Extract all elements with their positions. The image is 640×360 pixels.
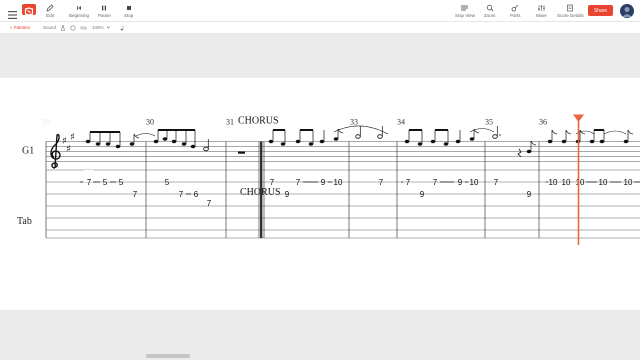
tab-fret: 7 <box>207 199 212 208</box>
notes-measure-34 <box>404 128 495 146</box>
snip-view-button[interactable]: Snip View <box>455 3 475 18</box>
tab-measure-36: 10 10 10 10 10 10 <box>546 178 640 187</box>
tab-measure-33: 7 <box>379 178 384 187</box>
snip-view-icon <box>460 3 469 12</box>
tab-fret: 10 <box>624 178 633 187</box>
tab-fret: 7 <box>87 178 92 187</box>
score-canvas: 29 30 31 33 34 35 36 CHORUS CHORUS G1 Ta… <box>17 114 640 245</box>
tab-fret: 10 <box>599 178 608 187</box>
measure-number-30: 30 <box>146 118 154 127</box>
tab-measure-29: 7 5 5 7 <box>80 170 138 199</box>
scrollbar-thumb[interactable] <box>146 354 190 358</box>
snip-view-label: Snip View <box>455 13 475 18</box>
barlines <box>45 141 540 238</box>
metronome-icon[interactable] <box>60 25 66 32</box>
count-in-icon[interactable] <box>70 25 76 32</box>
instrument-label-g1: G1 <box>22 146 34 157</box>
share-button[interactable]: Share <box>588 5 613 16</box>
tab-fret: 7 <box>379 178 384 187</box>
zoom-level-select[interactable]: 100% <box>92 25 104 30</box>
tab-fret: 9 <box>321 178 326 187</box>
standard-staff <box>46 141 640 162</box>
tab-fret: 7 <box>433 178 438 187</box>
tab-measure-35: 7 9 <box>494 178 532 199</box>
tab-measure-30: 5 7 6 7 <box>165 178 212 208</box>
mixer-label: Mixer <box>536 13 547 18</box>
measure-number-31: 31 <box>226 118 234 127</box>
mixer-sliders-icon <box>537 3 546 12</box>
edit-label: Edit <box>46 13 54 18</box>
tab-fret: 9 <box>458 178 463 187</box>
tab-fret: 10 <box>470 178 479 187</box>
edit-button[interactable]: Edit <box>46 3 54 18</box>
horizontal-scrollbar[interactable] <box>0 352 640 360</box>
beginning-label: Beginning <box>69 13 90 18</box>
stop-icon <box>125 3 133 12</box>
app-logo-icon[interactable] <box>22 4 36 16</box>
tab-measure-32: 7 9 7 9 10 <box>270 178 343 199</box>
pause-button[interactable]: Pause <box>98 3 111 18</box>
app-window: Edit Beginning Pause Stop Snip View Zoom… <box>0 0 640 360</box>
note-icon[interactable] <box>120 25 125 32</box>
palettes-toggle[interactable]: « Palettes <box>10 25 30 30</box>
tab-fret: 6 <box>194 190 199 199</box>
mixer-button[interactable]: Mixer <box>536 3 547 18</box>
user-avatar[interactable] <box>620 4 634 18</box>
tab-fret: 10 <box>576 178 585 187</box>
tab-fret: 7 <box>133 190 138 199</box>
stop-label: Stop <box>124 13 134 18</box>
rest-measure-31 <box>238 151 245 154</box>
tab-fret: 5 <box>103 178 108 187</box>
measure-number-33: 33 <box>350 118 358 127</box>
notes-measure-30 <box>135 129 209 152</box>
measure-number-36: 36 <box>539 118 547 127</box>
magnifier-icon <box>486 3 494 12</box>
tab-fret: 9 <box>285 190 290 199</box>
score-details-label: Score Details <box>557 13 584 18</box>
tab-fret: 10 <box>562 178 571 187</box>
tab-fret: 10 <box>549 178 558 187</box>
measure-number-29: 29 <box>42 118 50 127</box>
beginning-button[interactable]: Beginning <box>69 3 89 18</box>
measure-number-35: 35 <box>485 118 493 127</box>
tab-label: Tab <box>17 216 32 227</box>
parts-button[interactable]: Parts <box>510 3 521 18</box>
notes-measure-32 <box>268 125 389 146</box>
score-page: 29 30 31 33 34 35 36 CHORUS CHORUS G1 Ta… <box>0 78 640 310</box>
stop-button[interactable]: Stop <box>124 3 133 18</box>
tab-fret: 9 <box>527 190 532 199</box>
tab-fret: 5 <box>165 178 170 187</box>
document-details-icon <box>566 3 574 12</box>
sound-button[interactable]: Sound <box>43 25 56 30</box>
pause-label: Pause <box>98 13 111 18</box>
pause-icon <box>100 3 108 12</box>
tab-fret: 7 <box>406 178 411 187</box>
tab-fret: 7 <box>179 190 184 199</box>
tab-fret: 7 <box>270 178 275 187</box>
guitar-icon <box>511 3 519 12</box>
tab-measure-34: 7 9 7 9 10 <box>401 178 479 199</box>
zoom-button[interactable]: Zoom <box>484 3 496 18</box>
tab-fret: 7 <box>296 178 301 187</box>
svg-text:♯: ♯ <box>70 132 75 143</box>
loop-icon[interactable] <box>80 25 87 32</box>
zoom-label: Zoom <box>484 13 496 18</box>
svg-text:♯: ♯ <box>66 144 71 155</box>
secondary-toolbar: « Palettes Sound 100% <box>0 22 640 34</box>
tab-fret: 10 <box>334 178 343 187</box>
measure-number-34: 34 <box>397 118 405 127</box>
skip-to-beginning-icon <box>75 3 83 12</box>
tab-fret: 7 <box>494 178 499 187</box>
notes-measure-33 <box>355 126 383 139</box>
score-details-button[interactable]: Score Details <box>557 3 584 18</box>
notes-measure-29 <box>85 131 140 149</box>
pencil-icon <box>46 3 54 12</box>
tab-fret: 5 <box>119 178 124 187</box>
top-toolbar: Edit Beginning Pause Stop Snip View Zoom… <box>0 0 640 22</box>
chevron-down-icon[interactable] <box>106 25 111 31</box>
parts-label: Parts <box>510 13 521 18</box>
section-label-chorus: CHORUS <box>238 116 279 127</box>
tab-fret: 9 <box>420 190 425 199</box>
